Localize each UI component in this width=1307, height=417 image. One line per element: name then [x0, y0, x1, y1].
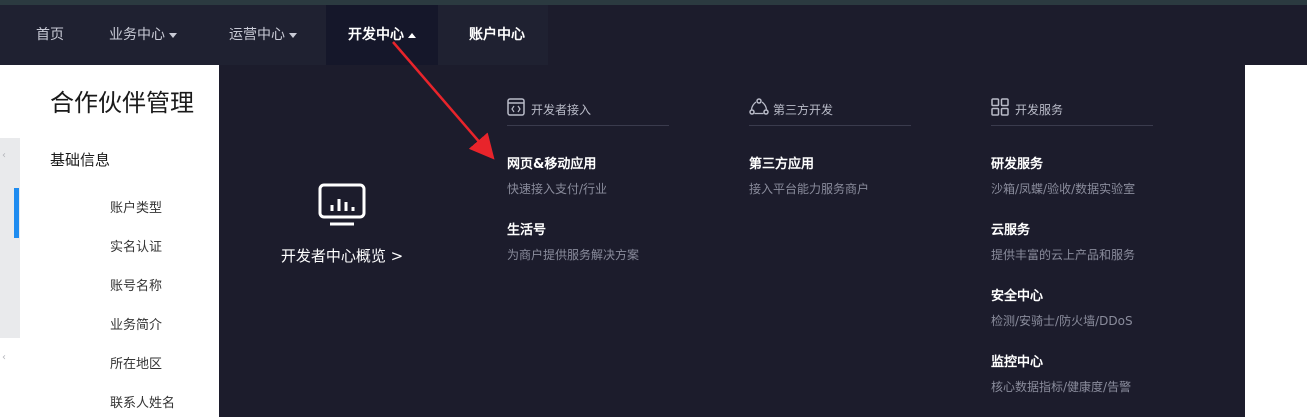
entry-monitoring-center[interactable]: 监控中心 核心数据指标/健康度/告警 [991, 351, 1131, 395]
nav-account-center-label: 账户中心 [469, 27, 525, 43]
page-title: 合作伙伴管理 [50, 89, 194, 117]
chevron-up-icon [408, 32, 416, 38]
left-rail-active-indicator [14, 188, 19, 238]
collapse-arrow-icon[interactable]: ‹ [2, 150, 6, 161]
entry-title: 研发服务 [991, 157, 1044, 172]
entry-desc: 快速接入支付/行业 [507, 182, 608, 196]
entry-title: 云服务 [991, 223, 1031, 238]
nav-account-center[interactable]: 账户中心 [469, 5, 525, 65]
column-header-third-party: 第三方开发 [749, 98, 911, 126]
top-navbar: 首页 业务中心 运营中心 开发中心 账户中心 [0, 5, 1307, 65]
developer-overview-label: 开发者中心概览 > [280, 247, 404, 265]
nav-home-label: 首页 [36, 27, 64, 43]
entry-third-party-app[interactable]: 第三方应用 接入平台能力服务商户 [749, 153, 869, 197]
chevron-down-icon [169, 32, 177, 38]
sidebar-item-contact-name[interactable]: 联系人姓名 [110, 392, 175, 411]
column-header-dev-services: 开发服务 [991, 98, 1153, 126]
entry-desc: 核心数据指标/健康度/告警 [991, 380, 1132, 394]
entry-desc: 接入平台能力服务商户 [749, 182, 870, 196]
right-page-edge [1245, 65, 1307, 417]
code-window-icon [507, 98, 525, 116]
column-header-label: 开发者接入 [531, 103, 592, 117]
nav-operations-center-label: 运营中心 [229, 27, 285, 43]
chart-board-icon [318, 183, 366, 226]
sidebar-item-account-name[interactable]: 账号名称 [110, 275, 162, 294]
nav-business-center[interactable]: 业务中心 [109, 5, 177, 65]
entry-title: 生活号 [507, 223, 547, 238]
nav-developer-center[interactable]: 开发中心 [326, 5, 438, 65]
sidebar-item-business-intro[interactable]: 业务简介 [110, 314, 162, 333]
entry-desc: 为商户提供服务解决方案 [507, 248, 640, 262]
share-nodes-icon [749, 98, 769, 115]
entry-life-account[interactable]: 生活号 为商户提供服务解决方案 [507, 219, 639, 263]
nav-operations-center[interactable]: 运营中心 [229, 5, 297, 65]
entry-desc: 沙箱/凤蝶/验收/数据实验室 [991, 182, 1136, 196]
grid-icon [991, 98, 1009, 116]
navbar-right-area [548, 5, 1307, 65]
column-header-label: 第三方开发 [773, 103, 834, 117]
entry-cloud-services[interactable]: 云服务 提供丰富的云上产品和服务 [991, 219, 1135, 263]
entry-rd-services[interactable]: 研发服务 沙箱/凤蝶/验收/数据实验室 [991, 153, 1135, 197]
entry-title: 监控中心 [991, 355, 1044, 370]
expand-arrow-icon[interactable]: ‹ [2, 352, 6, 363]
entry-title: 网页&移动应用 [507, 157, 597, 172]
nav-home[interactable]: 首页 [36, 5, 64, 65]
column-header-developer-access: 开发者接入 [507, 98, 669, 126]
sidebar-item-region[interactable]: 所在地区 [110, 353, 162, 372]
developer-overview-link[interactable]: 开发者中心概览 > [277, 183, 407, 266]
sidebar-section-basic-info[interactable]: 基础信息 [50, 149, 110, 170]
nav-business-center-label: 业务中心 [109, 27, 165, 43]
entry-web-mobile-app[interactable]: 网页&移动应用 快速接入支付/行业 [507, 153, 607, 197]
entry-desc: 检测/安骑士/防火墙/DDoS [991, 314, 1133, 328]
left-rail-highlight [0, 138, 20, 338]
sidebar-item-real-name-auth[interactable]: 实名认证 [110, 236, 162, 255]
sidebar-item-account-type[interactable]: 账户类型 [110, 197, 162, 216]
chevron-down-icon [289, 32, 297, 38]
entry-title: 安全中心 [991, 289, 1044, 304]
entry-security-center[interactable]: 安全中心 检测/安骑士/防火墙/DDoS [991, 285, 1133, 329]
column-header-label: 开发服务 [1015, 103, 1064, 117]
entry-desc: 提供丰富的云上产品和服务 [991, 248, 1136, 262]
entry-title: 第三方应用 [749, 157, 815, 172]
sidebar: 合作伙伴管理 基础信息 账户类型 实名认证 账号名称 业务简介 所在地区 联系人… [20, 65, 219, 417]
developer-center-dropdown: 开发者中心概览 > 开发者接入 网页&移动应用 快速接入支付/行业 生活号 为商… [219, 65, 1307, 417]
nav-developer-center-label: 开发中心 [348, 27, 404, 43]
